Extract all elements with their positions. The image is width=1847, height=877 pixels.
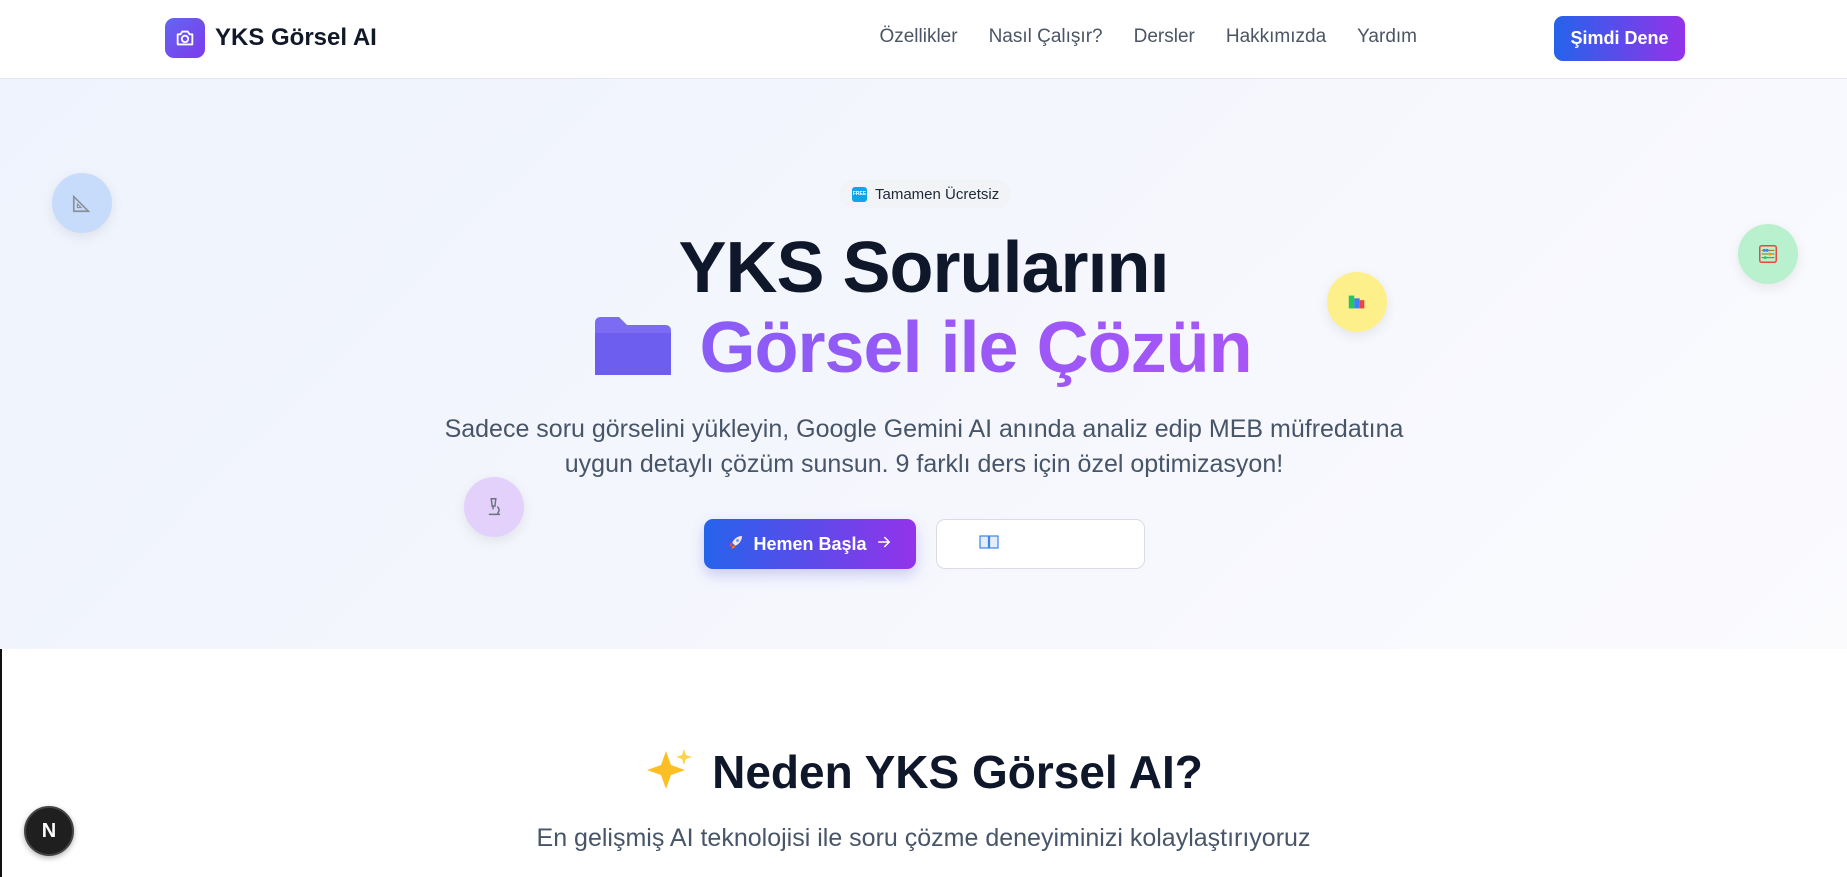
nav-link-features[interactable]: Özellikler [879, 26, 957, 48]
folder-icon [595, 316, 672, 380]
dev-tools-badge[interactable]: N [24, 806, 74, 856]
features-title: Neden YKS Görsel AI? [712, 746, 1203, 798]
nav-link-help[interactable]: Yardım [1357, 26, 1417, 48]
main-nav: Özellikler Nasıl Çalışır? Dersler Hakkım… [879, 26, 1417, 48]
sparkles-icon [644, 747, 694, 798]
free-badge: FREE Tamamen Ücretsiz [840, 180, 1012, 208]
abacus-icon [1738, 224, 1798, 284]
hero-subtitle: Sadece soru görselini yükleyin, Google G… [444, 415, 1404, 478]
secondary-button[interactable] [936, 519, 1145, 569]
hero-title-line1: YKS Sorularını [678, 228, 1169, 308]
hero-section: FREE Tamamen Ücretsiz YKS Sorularını Gör… [0, 79, 1847, 649]
triangle-ruler-icon [52, 173, 112, 233]
arrow-right-icon [875, 533, 893, 556]
features-subtitle: En gelişmiş AI teknolojisi ile soru çözm… [536, 824, 1311, 852]
get-started-button[interactable]: Hemen Başla [704, 519, 916, 569]
nav-link-how-it-works[interactable]: Nasıl Çalışır? [989, 26, 1103, 48]
nav-link-about[interactable]: Hakkımızda [1226, 26, 1326, 48]
brand-logo[interactable]: YKS Görsel AI [165, 18, 377, 58]
hero-title-line2: Görsel ile Çözün [699, 308, 1252, 388]
books-icon [1327, 272, 1387, 332]
brand-name: YKS Görsel AI [215, 24, 377, 51]
rocket-icon [727, 533, 745, 556]
try-now-button[interactable]: Şimdi Dene [1554, 16, 1685, 61]
get-started-label: Hemen Başla [753, 533, 867, 554]
free-icon: FREE [852, 186, 867, 202]
book-icon [979, 534, 999, 555]
top-navbar: YKS Görsel AI Özellikler Nasıl Çalışır? … [0, 0, 1847, 79]
features-heading-row: Neden YKS Görsel AI? [0, 745, 1847, 799]
nav-link-lessons[interactable]: Dersler [1134, 26, 1195, 48]
camera-icon [165, 18, 205, 58]
free-badge-label: Tamamen Ücretsiz [875, 185, 1000, 203]
hero-title-line2-row: Görsel ile Çözün [0, 307, 1847, 389]
microscope-icon [464, 477, 524, 537]
